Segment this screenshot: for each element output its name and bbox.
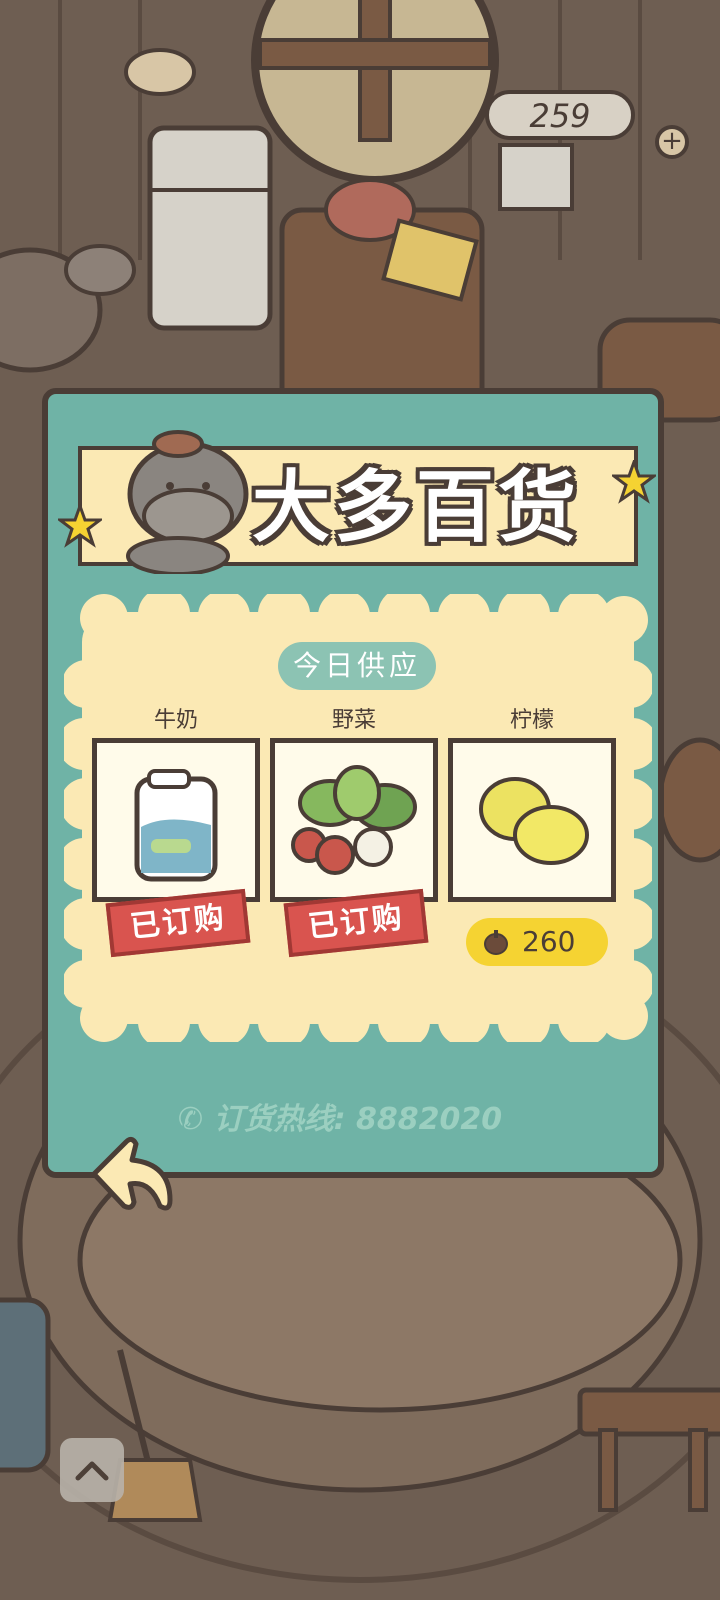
back-arrow-button[interactable]: [80, 1130, 180, 1220]
add-coins-button[interactable]: +: [655, 125, 689, 159]
item-name-lemons: 柠檬: [509, 708, 554, 733]
hotline-text: 订货热线: 8882020: [213, 1102, 503, 1137]
lemons-icon: [479, 777, 589, 865]
shop-title: 大多百货: [252, 463, 581, 553]
item-card-vegetables[interactable]: [270, 738, 438, 902]
phone-icon: ✆: [178, 1102, 214, 1137]
item-name-vegetables: 野菜: [331, 708, 376, 733]
vegetables-icon: [291, 765, 417, 875]
item-card-lemons[interactable]: [448, 738, 616, 902]
scroll-up-button[interactable]: [60, 1438, 124, 1502]
section-title: 今日供应: [278, 642, 436, 690]
order-hotline: ✆ 订货热线: 8882020: [178, 1098, 598, 1142]
acorn-icon: [484, 930, 508, 955]
milk-carton-icon: [134, 769, 218, 882]
price-value: 260: [522, 925, 576, 958]
hippo-mascot-icon: [126, 430, 249, 574]
item-card-milk[interactable]: [92, 738, 260, 902]
star-icon: [58, 504, 102, 548]
coin-counter: 259: [485, 90, 635, 140]
price-tag-lemons[interactable]: 260: [466, 918, 608, 966]
star-icon: [612, 460, 656, 504]
chevron-up-icon: [75, 1461, 109, 1481]
item-name-milk: 牛奶: [153, 708, 198, 733]
shop-dialog: 大多百货 今日供应 牛奶 已订购 野菜 已订购 柠檬 260 ✆ 订货热线: 8…: [42, 388, 664, 1178]
